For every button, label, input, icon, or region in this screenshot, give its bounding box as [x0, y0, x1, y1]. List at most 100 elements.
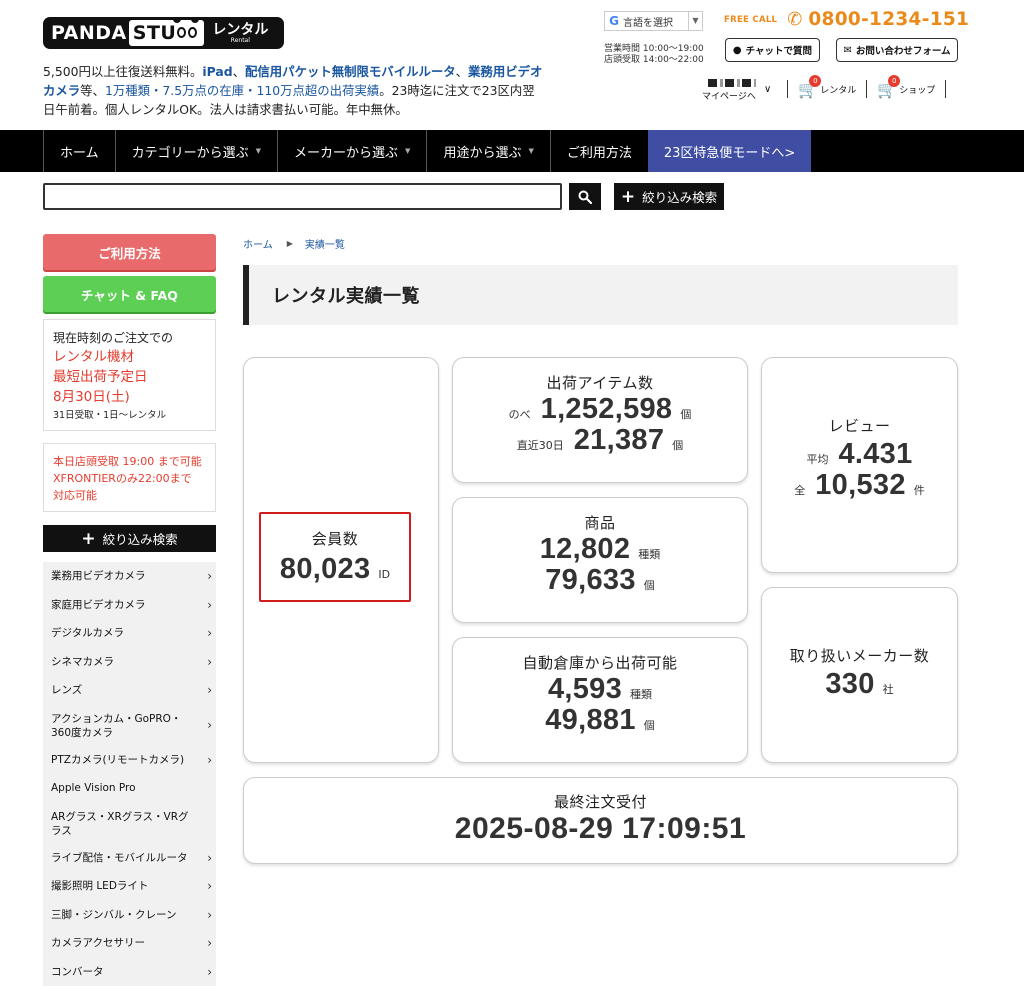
auto-kinds-row: 4,593 種類 [453, 673, 747, 706]
shipped-items-card: 出荷アイテム数 のべ 1,252,598 個 直近30日 21,387 個 [452, 357, 748, 483]
makers-row: 330 社 [762, 668, 957, 701]
category-item[interactable]: PTZカメラ(リモートカメラ) › [43, 746, 216, 775]
category-item[interactable]: ライブ配信・モバイルルータ › [43, 844, 216, 873]
plus-icon: + [620, 186, 636, 207]
auto-warehouse-card: 自動倉庫から出荷可能 4,593 種類 49,881 個 [452, 637, 748, 763]
members-unit: ID [378, 568, 391, 581]
chat-faq-button[interactable]: チャット & FAQ [43, 276, 216, 312]
usage-guide-button[interactable]: ご利用方法 [43, 234, 216, 270]
members-highlight-box: 会員数 80,023 ID [259, 512, 411, 602]
notice-line: 本日店頭受取 19:00 まで可能 [53, 455, 202, 468]
category-label: シネマカメラ [51, 655, 114, 668]
nav-maker[interactable]: メーカーから選ぶ ▼ [277, 130, 426, 172]
nav-purpose[interactable]: 用途から選ぶ ▼ [426, 130, 549, 172]
contact-form-button[interactable]: ✉ お問い合わせフォーム [836, 38, 958, 62]
breadcrumb-current[interactable]: 実績一覧 [305, 236, 345, 251]
logo-rental-en: Rental [230, 36, 250, 44]
shipping-line1: レンタル機材 [53, 349, 134, 365]
category-item[interactable]: 三脚・ジンバル・クレーン › [43, 901, 216, 930]
chevron-right-icon: › [207, 964, 212, 979]
chat-question-button[interactable]: ● チャットで質問 [725, 38, 820, 62]
category-item[interactable]: カメラアクセサリー › [43, 929, 216, 958]
sidebar-filter-button[interactable]: + 絞り込み検索 [43, 525, 216, 552]
nav-label: メーカーから選ぶ [294, 145, 399, 161]
nav-category[interactable]: カテゴリーから選ぶ ▼ [114, 130, 277, 172]
chevron-right-icon: › [207, 569, 212, 584]
category-item[interactable]: アクションカム・GoPRO・360度カメラ › [43, 705, 216, 746]
nav-home[interactable]: ホーム [43, 130, 115, 172]
chevron-right-icon: › [207, 597, 212, 612]
reviews-card: レビュー 平均 4.431 全 10,532 件 [761, 357, 958, 573]
notice-line: XFRONTIERのみ22:00まで [53, 472, 192, 485]
category-label: 撮影照明 LEDライト [51, 880, 149, 892]
shop-cart[interactable]: 🛒 0 ショップ [877, 74, 936, 99]
category-label: Apple Vision Pro [51, 782, 136, 794]
category-item[interactable]: 撮影照明 LEDライト › [43, 872, 216, 901]
site-logo[interactable]: PANDA STU レンタル Rental [43, 17, 284, 49]
nav-usage[interactable]: ご利用方法 [549, 130, 648, 172]
filter-search-button[interactable]: + 絞り込み検索 [614, 183, 724, 210]
search-icon [578, 190, 592, 204]
products-card: 商品 12,802 種類 79,633 個 [452, 497, 748, 623]
chevron-right-icon: › [207, 718, 212, 732]
shop-cart-label: ショップ [899, 85, 936, 96]
breadcrumb-home[interactable]: ホーム [243, 236, 273, 251]
tagline-part: 、 [232, 64, 246, 79]
chevron-right-icon: › [207, 683, 212, 698]
auto-kinds-unit: 種類 [630, 688, 653, 701]
user-name-redacted [708, 79, 756, 87]
plus-icon: + [81, 528, 96, 549]
chat-question-label: チャットで質問 [745, 46, 813, 57]
mypage-link[interactable]: マイページへ [700, 77, 762, 102]
chevron-right-icon: › [207, 626, 212, 641]
shipped-total-value: 1,252,598 [540, 393, 673, 425]
makers-label: 取り扱いメーカー数 [789, 647, 930, 665]
category-item[interactable]: 家庭用ビデオカメラ › [43, 591, 216, 620]
free-call[interactable]: FREE CALL ✆ 0800-1234-151 [724, 9, 969, 30]
chevron-right-icon: › [207, 850, 212, 865]
category-item[interactable]: 業務用ビデオカメラ › [43, 562, 216, 591]
page-title: レンタル実績一覧 [243, 265, 958, 325]
makers-card: 取り扱いメーカー数 330 社 [761, 587, 958, 763]
category-label: デジタルカメラ [51, 627, 124, 639]
nav-express-mode[interactable]: 23区特急便モードへ> [647, 130, 812, 172]
category-item[interactable]: レンズ › [43, 676, 216, 705]
shipped-items-label: 出荷アイテム数 [546, 374, 654, 392]
free-call-number: 0800-1234-151 [808, 9, 970, 30]
category-item[interactable]: コンバータ › [43, 958, 216, 986]
tagline-part: 、 [455, 64, 469, 79]
category-item[interactable]: ARグラス・XRグラス・VRグラス [43, 803, 216, 844]
tagline-link-router[interactable]: 配信用パケット無制限モバイルルータ [245, 64, 456, 79]
category-item[interactable]: デジタルカメラ › [43, 619, 216, 648]
shipped-recent-prefix: 直近30日 [516, 439, 564, 452]
category-item[interactable]: シネマカメラ › [43, 648, 216, 677]
sidebar-filter-label: 絞り込み検索 [102, 532, 178, 547]
reviews-label: レビュー [828, 417, 891, 435]
logo-studio-text: STU [128, 17, 205, 46]
category-label: 家庭用ビデオカメラ [51, 598, 146, 611]
rental-cart[interactable]: 🛒 0 レンタル [798, 74, 856, 99]
tagline-link-ipad[interactable]: iPad [202, 64, 232, 79]
tagline-part: 等、 [80, 83, 105, 98]
shipping-intro: 現在時刻のご注文での [53, 331, 174, 345]
reviews-avg-prefix: 平均 [806, 453, 829, 466]
last-order-label: 最終注文受付 [553, 793, 647, 811]
category-label: PTZカメラ(リモートカメラ) [51, 753, 185, 766]
shipping-line2: 最短出荷予定日 [53, 369, 148, 385]
shop-cart-count-badge: 0 [888, 74, 901, 87]
contact-form-label: お問い合わせフォーム [855, 46, 951, 57]
search-input[interactable] [43, 183, 562, 210]
category-item[interactable]: Apple Vision Pro [43, 774, 216, 803]
caret-down-icon: ▼ [255, 147, 262, 155]
shipping-estimate-box: 現在時刻のご注文での レンタル機材 最短出荷予定日 8月30日(土) 31日受取… [43, 319, 216, 431]
tagline-link-stock[interactable]: 1万種類・7.5万点の在庫・110万点超の出荷実績 [105, 83, 379, 98]
main-nav: ホーム カテゴリーから選ぶ ▼ メーカーから選ぶ ▼ 用途から選ぶ ▼ ご利用方法 2… [0, 130, 1024, 172]
nav-label: 用途から選ぶ [443, 145, 522, 161]
search-button[interactable] [569, 183, 601, 210]
reviews-total-unit: 件 [913, 484, 925, 497]
divider [787, 80, 789, 98]
divider [866, 80, 868, 98]
language-select[interactable]: G 言語を選択 ▼ [604, 11, 703, 31]
chevron-down-icon[interactable]: ∨ [764, 84, 771, 95]
logo-rental: レンタル Rental [212, 23, 268, 44]
